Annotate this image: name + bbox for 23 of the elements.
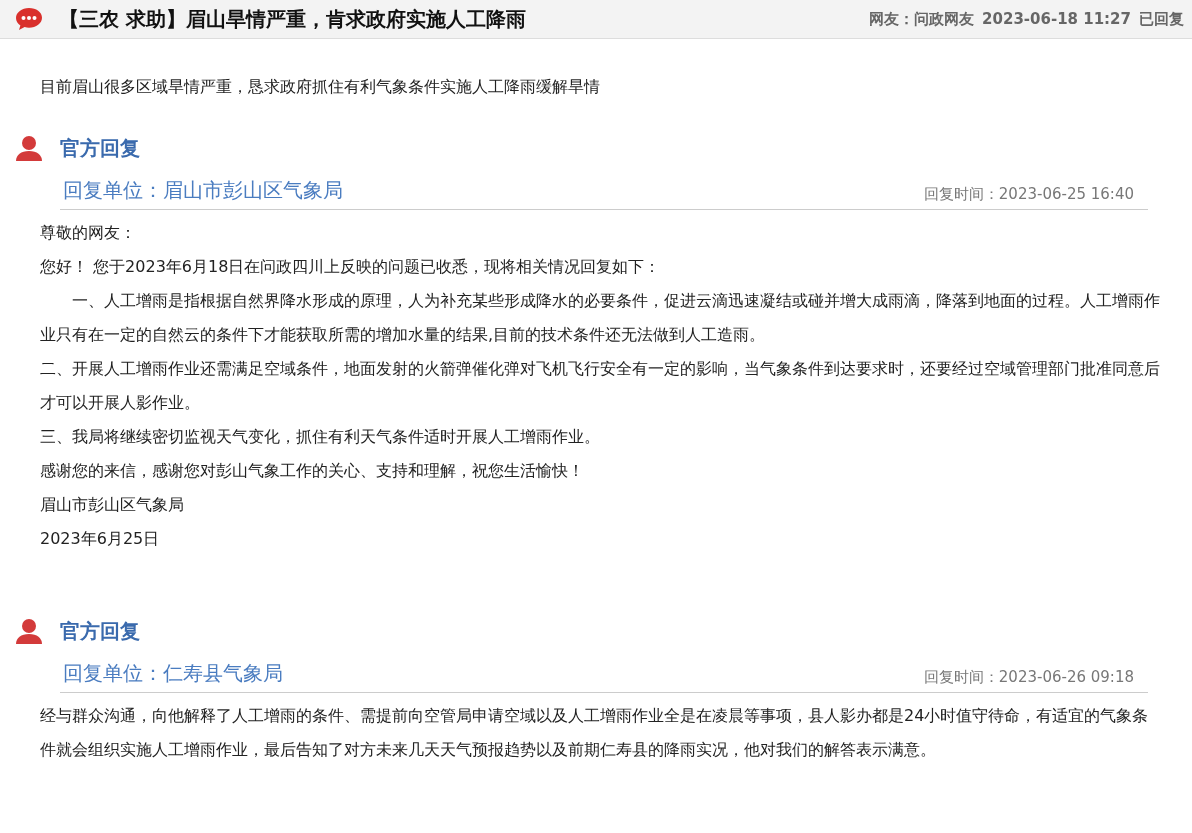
question-text: 目前眉山很多区域旱情严重，恳求政府抓住有利气象条件实施人工降雨缓解旱情: [39, 76, 601, 98]
reply-paragraph: 感谢您的来信，感谢您对彭山气象工作的关心、支持和理解，祝您生活愉快！: [40, 460, 585, 482]
reply-status: 已回复: [1139, 8, 1184, 30]
reply-paragraph: 三、我局将继续密切监视天气变化，抓住有利天气条件适时开展人工增雨作业。: [40, 426, 601, 448]
reply-paragraph: 尊敬的网友：: [40, 222, 137, 244]
person-icon: [15, 135, 43, 161]
reply-paragraph: 您好！ 您于2023年6月18日在问政四川上反映的问题已收悉，现将相关情况回复如下：: [40, 256, 662, 278]
reply-paragraph: 2023年6月25日: [40, 528, 161, 550]
chat-bubble-icon: [15, 7, 43, 31]
reply-paragraph: 一、人工增雨是指根据自然界降水形成的原理，人为补充某些形成降水的必要条件，促进云滴迅速凝结或碰并增大成雨滴，降落到地面的过程。人工增雨作业只有在一定的自然云的条件下才能获取所需的增加水量的结果,目前的技术条件还无法做到人工造雨。: [40, 290, 1160, 346]
reply-heading: 官方回复: [60, 135, 140, 162]
reply-time: 回复时间：2023-06-25 16:40: [923, 183, 1134, 205]
reply-time: 回复时间：2023-06-26 09:18: [923, 666, 1134, 688]
post-date: 2023-06-18 11:27: [982, 8, 1131, 30]
reply-heading: 官方回复: [60, 618, 140, 645]
reply-paragraph: 二、开展人工增雨作业还需满足空域条件，地面发射的火箭弹催化弹对飞机飞行安全有一定的影响，当气象条件到达要求时，还要经过空域管理部门批准同意后才可以开展人影作业。: [40, 358, 1160, 414]
post-title: 【三农 求助】眉山旱情严重，肯求政府实施人工降雨: [59, 6, 526, 33]
person-icon: [15, 618, 43, 644]
reply-unit: 回复单位：眉山市彭山区气象局: [63, 177, 343, 204]
reply-paragraph: 经与群众沟通，向他解释了人工增雨的条件、需提前向空管局申请空域以及人工增雨作业全是在凌晨等事项，县人影办都是24小时值守待命，有适宜的气象条件就会组织实施人工增雨作业，最后告知了对方未来几天天气预报趋势以及前期仁寿县的降雨实况，他对我们的解答表示满意。: [40, 705, 1150, 761]
author-label: 网友：问政网友: [869, 8, 975, 30]
reply-paragraph: 眉山市彭山区气象局: [40, 494, 185, 516]
reply-unit: 回复单位：仁寿县气象局: [63, 660, 283, 687]
